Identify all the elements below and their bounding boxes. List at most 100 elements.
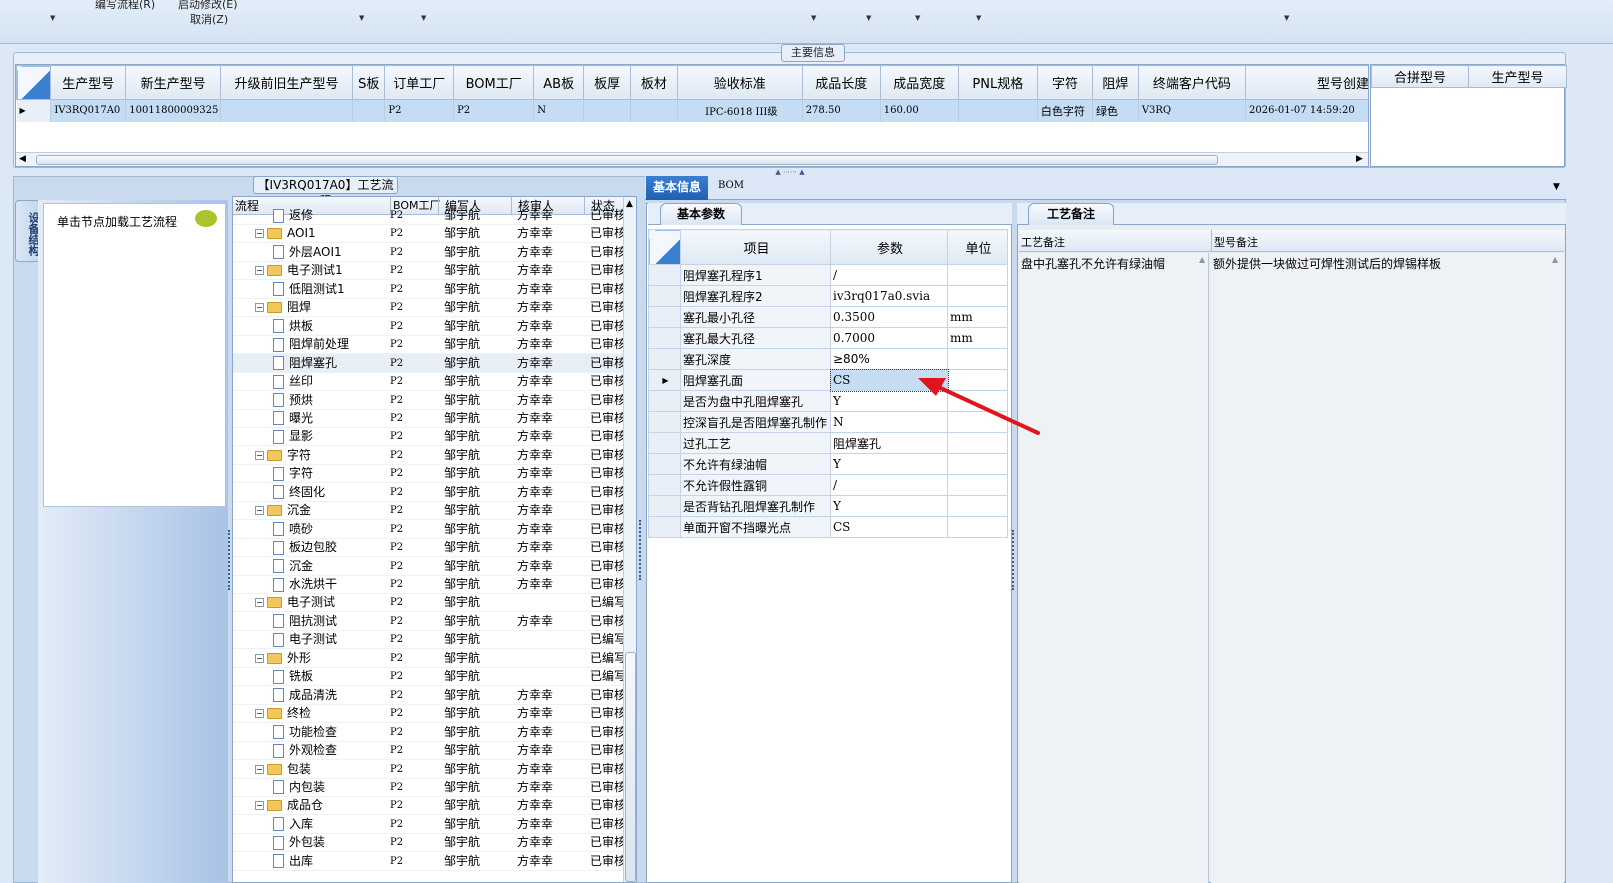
collapse-icon[interactable]: −: [255, 229, 264, 239]
param-row[interactable]: 不允许假性露铜/ Y: [648, 474, 1008, 496]
tree-row[interactable]: − AOI1 P2 邹宇航 方幸幸 已审核: [233, 224, 623, 244]
col-header[interactable]: 合拼型号: [1371, 65, 1469, 88]
scroll-right-icon[interactable]: ▶: [1356, 154, 1363, 164]
table-cell[interactable]: 278.50: [802, 99, 881, 122]
tree-node[interactable]: − 终检: [255, 704, 388, 723]
tree-row[interactable]: 内包装 P2 邹宇航 方幸幸 已审核: [233, 778, 623, 797]
collapse-icon[interactable]: −: [255, 764, 264, 774]
table-cell[interactable]: [583, 99, 631, 122]
param-unit[interactable]: [947, 264, 1008, 286]
tree-row[interactable]: − 字符 P2 邹宇航 方幸幸 已审核: [233, 446, 623, 465]
table-row[interactable]: ▶ IV3RQ017A0 10011800009325 P2 P2 N IPC-…: [16, 99, 1368, 122]
tree-node[interactable]: 出库: [273, 852, 388, 871]
param-row[interactable]: 是否背钻孔阻焊塞孔制作YY: [648, 495, 1008, 517]
tab-bom[interactable]: BOM: [718, 180, 744, 191]
tree-row[interactable]: 丝印 P2 邹宇航 方幸幸 已审核: [233, 372, 623, 392]
param-unit[interactable]: [947, 348, 1008, 370]
col-header[interactable]: 板厚: [583, 65, 631, 100]
tree-node[interactable]: 成品清洗: [273, 686, 388, 705]
param-value[interactable]: Y: [830, 495, 948, 517]
tree-row[interactable]: 低阻测试1 P2 邹宇航 方幸幸 已审核: [233, 280, 623, 299]
tree-node[interactable]: 烘板: [273, 317, 388, 336]
tree-node[interactable]: − 成品仓: [255, 796, 388, 815]
process-note-area[interactable]: 盘中孔塞孔不允许有绿油帽 ▲: [1019, 253, 1209, 883]
collapse-icon[interactable]: −: [255, 709, 264, 719]
chevron-down-icon[interactable]: ▼: [811, 14, 816, 22]
tree-node[interactable]: 曝光: [273, 409, 388, 428]
col-header[interactable]: 生产型号: [1468, 65, 1567, 88]
tree-row[interactable]: 入库 P2 邹宇航 方幸幸 已审核: [233, 815, 623, 834]
param-row[interactable]: 阻焊塞孔程序1/ Y: [648, 264, 1008, 286]
tree-row[interactable]: 终固化 P2 邹宇航 方幸幸 已审核: [233, 483, 623, 502]
chevron-down-icon[interactable]: ▼: [1553, 182, 1560, 192]
collapse-icon[interactable]: −: [255, 303, 264, 313]
tree-row[interactable]: 电子测试 P2 邹宇航 已编写: [233, 630, 623, 650]
table-cell[interactable]: IV3RQ017A0: [50, 99, 127, 122]
param-row[interactable]: 塞孔最小孔径0.3500mmY: [648, 306, 1008, 328]
chevron-down-icon[interactable]: ▼: [866, 14, 871, 22]
chevron-down-icon[interactable]: ▼: [359, 14, 364, 22]
param-value[interactable]: iv3rq017a0.svia: [830, 285, 948, 307]
tree-row[interactable]: 显影 P2 邹宇航 方幸幸 已审核: [233, 427, 623, 447]
collapse-icon[interactable]: −: [255, 450, 264, 460]
horizontal-scrollbar[interactable]: ◀ ▶: [16, 152, 1368, 166]
table-cell[interactable]: [630, 99, 678, 122]
col-header[interactable]: PNL规格: [957, 65, 1038, 100]
tree-node[interactable]: 阻抗测试: [273, 612, 388, 631]
chevron-down-icon[interactable]: ▼: [50, 14, 55, 22]
tree-node[interactable]: − 沉金: [255, 501, 388, 520]
tree-node[interactable]: 水洗烘干: [273, 575, 388, 594]
tree-node[interactable]: 返修: [273, 206, 388, 225]
param-row[interactable]: 不允许有绿油帽YY: [648, 453, 1008, 475]
col-header[interactable]: 终端客户代码: [1137, 65, 1247, 100]
param-unit[interactable]: mm: [947, 327, 1008, 349]
col-header[interactable]: 新生产型号: [125, 65, 221, 100]
chevron-down-icon[interactable]: ▼: [1284, 14, 1289, 22]
model-note-area[interactable]: 额外提供一块做过可焊性测试后的焊锡样板 ▲: [1211, 253, 1564, 883]
table-cell[interactable]: 10011800009325: [125, 99, 221, 122]
scroll-up-icon[interactable]: ▲: [1199, 255, 1205, 264]
table-cell[interactable]: 绿色: [1092, 99, 1139, 122]
tree-row[interactable]: − 阻焊 P2 邹宇航 方幸幸 已审核: [233, 298, 623, 318]
param-row[interactable]: 阻焊塞孔程序2iv3rq017a0.svia Y: [648, 285, 1008, 307]
tree-node[interactable]: − 阻焊: [255, 298, 388, 317]
tab-process-notes[interactable]: 工艺备注: [1028, 203, 1114, 225]
param-unit[interactable]: [947, 495, 1008, 517]
tab-basic-info[interactable]: 基本信息: [646, 176, 708, 200]
param-value[interactable]: 0.3500: [830, 306, 948, 328]
tree-row[interactable]: 字符 P2 邹宇航 方幸幸 已审核: [233, 464, 623, 484]
tree-node[interactable]: − 包装: [255, 760, 388, 779]
col-header[interactable]: 验收标准: [676, 65, 803, 100]
col-header[interactable]: 成品长度: [801, 65, 881, 100]
tree-node[interactable]: − AOI1: [255, 224, 388, 243]
tree-node[interactable]: 丝印: [273, 372, 388, 391]
col-header[interactable]: 项目: [680, 229, 831, 265]
tree-node[interactable]: − 电子测试: [255, 593, 388, 612]
edit-flow-button[interactable]: 编写流程(R): [95, 0, 155, 12]
tree-row[interactable]: − 沉金 P2 邹宇航 方幸幸 已审核: [233, 501, 623, 521]
tree-row[interactable]: 成品清洗 P2 邹宇航 方幸幸 已审核: [233, 686, 623, 705]
param-value[interactable]: /: [830, 264, 948, 286]
chevron-down-icon[interactable]: ▼: [976, 14, 981, 22]
tree-row[interactable]: 烘板 P2 邹宇航 方幸幸 已审核: [233, 317, 623, 336]
tree-row[interactable]: 板边包胶 P2 邹宇航 方幸幸 已审核: [233, 538, 623, 558]
param-value[interactable]: 0.7000: [830, 327, 948, 349]
tree-node[interactable]: 低阻测试1: [273, 280, 388, 299]
collapse-icon[interactable]: −: [255, 506, 264, 516]
tab-basic-params[interactable]: 基本参数: [660, 203, 742, 225]
tree-node[interactable]: 外层AOI1: [273, 243, 388, 262]
tree-row[interactable]: 外层AOI1 P2 邹宇航 方幸幸 已审核: [233, 243, 623, 262]
col-header[interactable]: S板: [352, 65, 386, 100]
tree-node[interactable]: 显影: [273, 427, 388, 446]
tree-row[interactable]: 返修 P2 邹宇航 方幸幸 已审核: [233, 206, 623, 225]
param-value[interactable]: /: [830, 474, 948, 496]
tree-row[interactable]: 功能检查 P2 邹宇航 方幸幸 已审核: [233, 723, 623, 742]
table-cell[interactable]: V3RQ: [1138, 99, 1247, 122]
col-header[interactable]: AB板: [533, 65, 585, 100]
splitter-handle[interactable]: [1012, 530, 1016, 590]
col-header[interactable]: 字符: [1036, 65, 1094, 100]
tree-row[interactable]: − 终检 P2 邹宇航 方幸幸 已审核: [233, 704, 623, 724]
col-header[interactable]: 升级前旧生产型号: [219, 65, 354, 100]
param-row[interactable]: 单面开窗不挡曝光点CS Y: [648, 516, 1008, 538]
tree-node[interactable]: 入库: [273, 815, 388, 834]
